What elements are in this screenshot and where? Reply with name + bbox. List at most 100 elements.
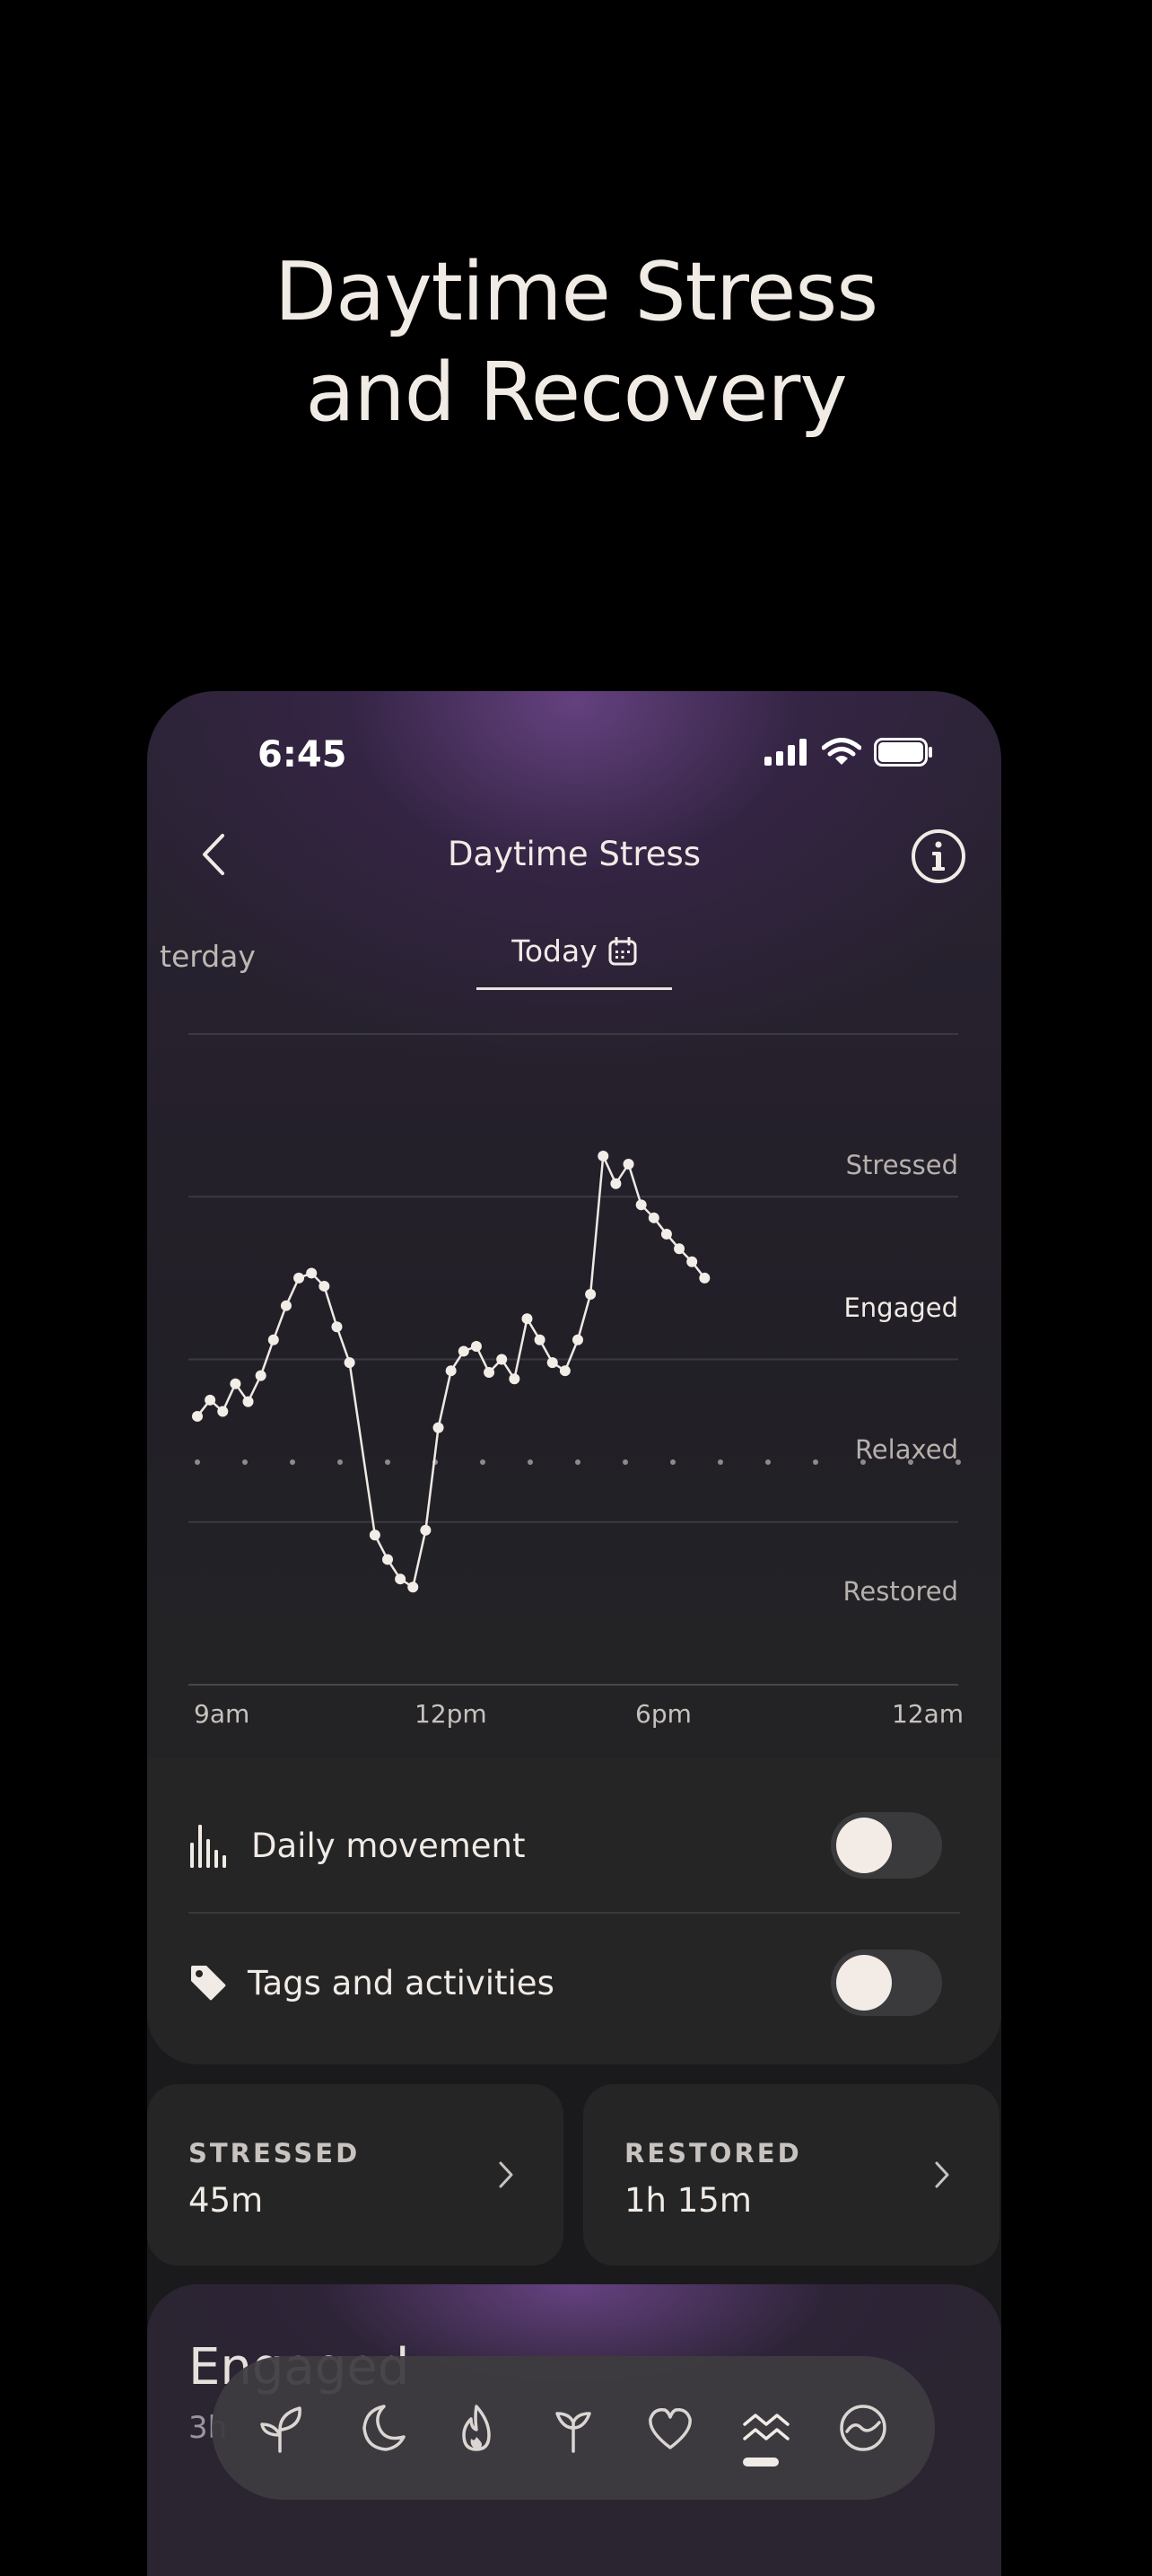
active-tab-indicator	[743, 2458, 779, 2466]
page-title: Daytime Stress	[447, 835, 702, 873]
stress-data-point	[458, 1345, 469, 1357]
flame-icon	[462, 2405, 491, 2451]
restored-stat-label: RESTORED	[624, 2138, 802, 2169]
stress-data-point	[521, 1313, 533, 1325]
chevron-right-icon	[935, 2161, 949, 2188]
stressed-stat-value: 45m	[188, 2181, 264, 2220]
daily-movement-label: Daily movement	[251, 1826, 526, 1865]
tags-activities-label: Tags and activities	[248, 1963, 554, 2002]
stress-data-point	[572, 1334, 583, 1345]
stress-data-point	[420, 1524, 432, 1536]
stress-data-point	[610, 1178, 622, 1189]
tab-trends[interactable]	[831, 2396, 895, 2460]
stress-data-point	[686, 1256, 698, 1267]
hour-dot	[337, 1459, 343, 1465]
stress-data-point	[470, 1341, 482, 1352]
phone-screen: 6:45 Daytime Stress terday Today Stresse…	[147, 691, 1001, 2576]
tag-icon	[191, 1966, 226, 2001]
hour-dot	[813, 1459, 818, 1465]
tab-sleep[interactable]	[348, 2396, 413, 2460]
tab-yesterday[interactable]: terday	[160, 939, 256, 974]
hour-dot	[718, 1459, 723, 1465]
stress-data-point	[407, 1582, 419, 1593]
wifi-icon	[822, 738, 861, 765]
tab-home[interactable]	[251, 2396, 316, 2460]
sprout-icon	[260, 2406, 301, 2453]
stress-data-point	[496, 1354, 508, 1365]
stress-data-point	[534, 1334, 545, 1345]
hour-dot	[195, 1459, 200, 1465]
calendar-icon	[608, 936, 637, 965]
signal-icon	[764, 739, 807, 766]
hour-dot	[385, 1459, 390, 1465]
info-button[interactable]	[910, 828, 967, 885]
stress-data-point	[395, 1573, 406, 1585]
status-icons	[764, 738, 933, 767]
stress-data-point	[382, 1554, 393, 1565]
tab-underline	[476, 987, 672, 990]
stress-data-point	[192, 1410, 203, 1422]
stress-data-point	[217, 1406, 229, 1417]
level-label-engaged: Engaged	[843, 1292, 958, 1323]
hour-dot	[242, 1459, 248, 1465]
x-tick-label: 12pm	[415, 1699, 487, 1729]
info-icon	[912, 829, 965, 883]
promo-title: Daytime Stress and Recovery	[0, 242, 1152, 443]
tab-today[interactable]: Today	[476, 933, 672, 968]
level-label-stressed: Stressed	[845, 1150, 958, 1180]
tab-growth[interactable]	[541, 2396, 606, 2460]
hour-dot	[480, 1459, 485, 1465]
heart-icon	[648, 2407, 692, 2449]
stress-data-point	[445, 1365, 457, 1377]
tags-activities-toggle[interactable]	[831, 1950, 942, 2016]
bottom-tab-bar	[212, 2356, 935, 2500]
x-tick-label: 9am	[194, 1699, 250, 1729]
stressed-stat-label: STRESSED	[188, 2138, 361, 2169]
tab-today-label: Today	[511, 933, 598, 968]
stress-data-point	[674, 1243, 685, 1255]
hour-dot	[575, 1459, 580, 1465]
stress-data-point	[559, 1365, 571, 1377]
stress-data-point	[623, 1159, 634, 1170]
chevron-right-icon	[499, 2161, 513, 2188]
tab-stress[interactable]	[734, 2396, 799, 2460]
trend-circle-icon	[840, 2405, 886, 2451]
daily-movement-toggle[interactable]	[831, 1812, 942, 1879]
stress-data-point	[242, 1396, 254, 1407]
status-time: 6:45	[257, 734, 347, 775]
hour-dot	[528, 1459, 533, 1465]
bar-chart-icon	[190, 1825, 226, 1868]
moon-icon	[362, 2405, 406, 2451]
stress-data-point	[267, 1334, 279, 1345]
hour-dot	[623, 1459, 628, 1465]
stress-data-point	[660, 1228, 672, 1240]
toggle-knob	[836, 1955, 892, 2011]
stress-data-point	[293, 1272, 305, 1284]
stress-data-point	[205, 1394, 216, 1406]
tab-heart[interactable]	[638, 2396, 703, 2460]
stress-data-point	[319, 1280, 330, 1292]
stress-data-point	[432, 1422, 444, 1433]
stress-data-point	[585, 1289, 597, 1300]
stress-data-point	[598, 1150, 609, 1161]
stress-data-point	[509, 1373, 520, 1385]
hour-dot	[765, 1459, 771, 1465]
stressed-stat-card[interactable]: STRESSED 45m	[147, 2084, 563, 2265]
stress-data-point	[331, 1321, 343, 1333]
hour-dot	[670, 1459, 676, 1465]
stress-data-point	[546, 1357, 558, 1369]
toggle-knob	[836, 1818, 892, 1873]
stress-data-point	[230, 1378, 241, 1389]
stress-data-point	[484, 1367, 495, 1378]
x-tick-label: 6pm	[635, 1699, 692, 1729]
level-label-restored: Restored	[842, 1576, 958, 1607]
restored-stat-card[interactable]: RESTORED 1h 15m	[583, 2084, 999, 2265]
stress-data-point	[369, 1529, 380, 1541]
stress-data-point	[699, 1272, 711, 1284]
promo-title-line2: and Recovery	[305, 346, 847, 440]
tab-activity[interactable]	[444, 2396, 509, 2460]
restored-stat-value: 1h 15m	[624, 2181, 752, 2220]
stress-data-point	[280, 1300, 292, 1311]
row-divider	[188, 1912, 960, 1914]
promo-title-line1: Daytime Stress	[274, 245, 878, 339]
